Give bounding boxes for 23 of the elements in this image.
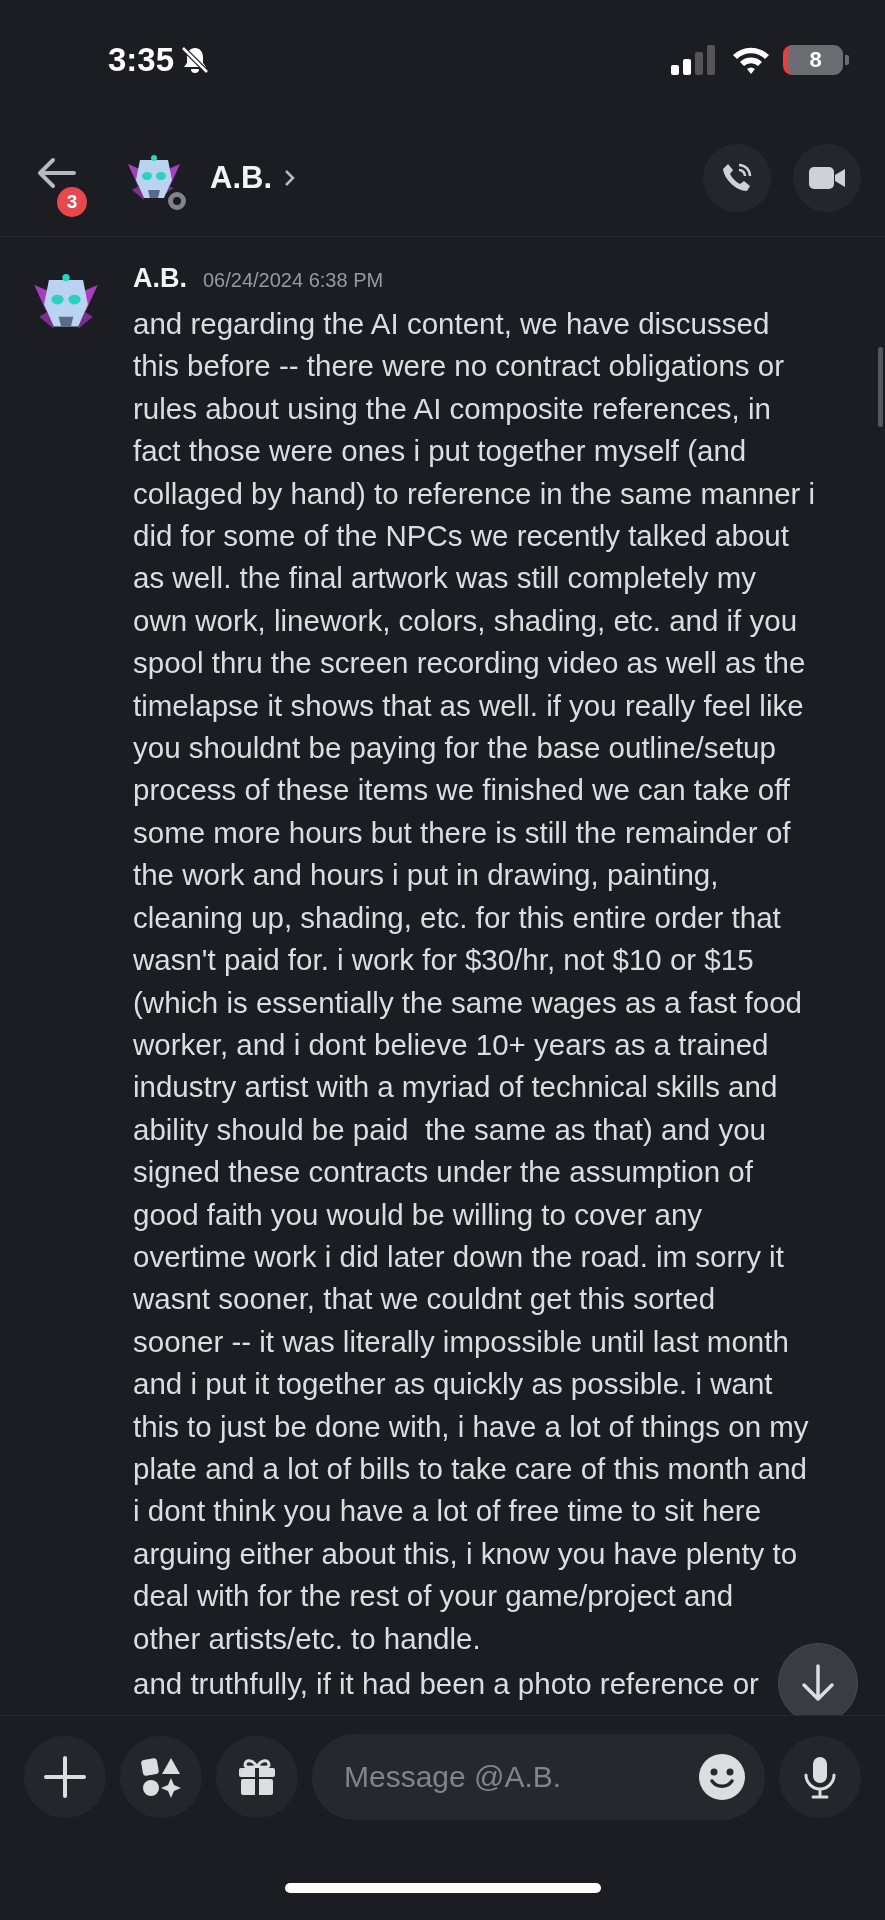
message-timestamp: 06/24/2024 6:38 PM bbox=[203, 269, 384, 292]
author-name[interactable]: A.B. bbox=[133, 263, 187, 294]
signal-icon bbox=[671, 45, 717, 75]
video-camera-icon bbox=[808, 164, 846, 192]
battery-icon: 8 bbox=[783, 45, 843, 75]
unread-badge: 3 bbox=[54, 184, 90, 220]
message-text: and regarding the AI content, we have discussed this before -- there were no contract obligations or rules about using the AI composite references, in fact those were ones i put together myself (and collaged by hand) to reference in the same manner i did for some of the NPCs we recently talked about as well. the final artwork was still completely my own work, linework, colors, shading, etc. and if you spool thru the screen recording video as well as the timelapse it shows that as well. if you really feel like you shouldnt be paying for the base outline/setup process of these items we finished we can take off some more hours but there is still the remainder of the work and hours i put in drawing, painting, cleaning up, shading, etc. for this entire order that wasn't paid for. i work for $30/hr, not $10 or $15 (which is essentially the same wages as a fast food worker, and i dont believe 10+ years as a trained industry artist with a myriad of technical skills and ability should be paid the same as that) and you signed these contracts under the assumption of good faith you would be willing to cover any overtime work i did later down the road. im sorry it wasnt sooner, that we couldnt get this sorted sooner -- it was literally impossible until last month and i put it together as quickly as possible. i want this to just be done with, i have a lot of things on my plate and a lot of bills to take care of this month and i dont think you have a lot of free time to sit here arguing either about this, i know you have plenty to deal with for the rest of your game/project and other artists/etc. to handle. bbox=[133, 306, 816, 1657]
smiley-icon bbox=[699, 1754, 745, 1800]
plus-icon bbox=[44, 1756, 86, 1798]
message-input[interactable]: Message @A.B. bbox=[342, 1759, 699, 1795]
down-arrow-icon bbox=[800, 1664, 836, 1702]
muted-bell-icon bbox=[180, 45, 211, 75]
gift-icon bbox=[237, 1757, 277, 1797]
microphone-icon bbox=[803, 1755, 837, 1799]
shapes-icon bbox=[140, 1756, 182, 1798]
chevron-right-icon bbox=[284, 168, 296, 188]
message-input-field[interactable]: Message @A.B. bbox=[312, 1734, 765, 1820]
clock-time: 3:35 bbox=[108, 41, 175, 79]
back-button[interactable]: 3 bbox=[36, 152, 88, 218]
message-text: and truthfully, if it had been a photo reference or bbox=[133, 1666, 760, 1702]
back-arrow-icon bbox=[36, 156, 76, 190]
wifi-icon bbox=[731, 45, 771, 75]
profile-link[interactable]: A.B. bbox=[210, 160, 296, 196]
